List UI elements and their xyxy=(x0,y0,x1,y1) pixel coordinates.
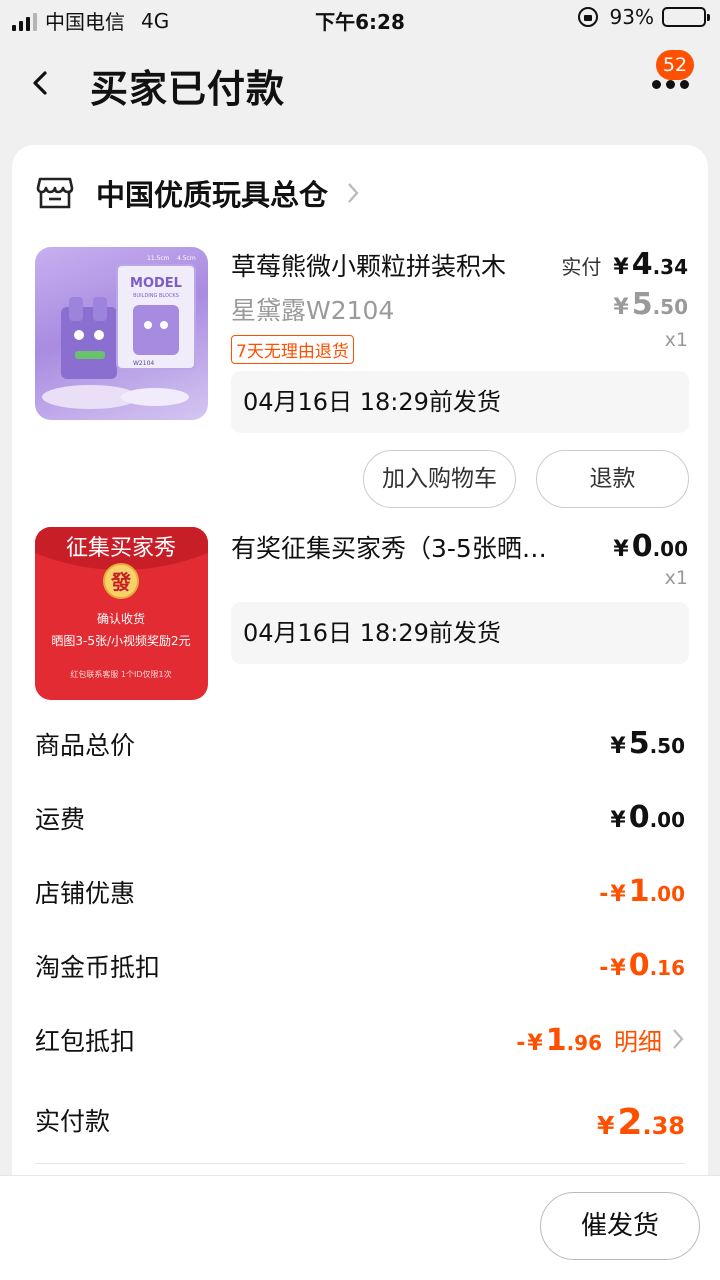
product-image-lego-bear[interactable]: MODEL BUILDING BLOCKS W2104 11.5cm 4.5cm xyxy=(35,247,208,420)
battery-icon xyxy=(662,7,710,27)
value-yen: ¥ xyxy=(610,956,626,981)
summary-value: - ¥ 0 .16 xyxy=(599,948,685,983)
value-int: 5 xyxy=(628,726,650,761)
value-int: 2 xyxy=(617,1102,643,1143)
summary-shipping: 运费 ¥ 0 .00 xyxy=(35,800,685,844)
paid-int: 4 xyxy=(631,247,653,282)
promo-line1: 确认收货 xyxy=(97,611,145,626)
summary-label: 淘金币抵扣 xyxy=(35,953,161,982)
price-dec: .00 xyxy=(652,537,688,561)
add-to-cart-button[interactable]: 加入购物车 xyxy=(363,450,516,508)
value-int: 0 xyxy=(628,800,650,835)
promo-line3: 红包联系客服 1个ID仅限1次 xyxy=(70,669,171,679)
summary-shop-discount: 店铺优惠 - ¥ 1 .00 xyxy=(35,874,685,918)
box-sub-text: BUILDING BLOCKS xyxy=(133,293,179,299)
value-yen: ¥ xyxy=(610,882,626,907)
shop-name[interactable]: 中国优质玩具总仓 xyxy=(96,172,328,214)
value-yen: ¥ xyxy=(597,1111,615,1140)
orig-dec: .50 xyxy=(652,295,688,319)
quantity: x1 xyxy=(664,567,688,589)
order-card: 中国优质玩具总仓 MODEL BUILDING BLOCKS W2104 11.… xyxy=(12,145,708,1280)
refund-button[interactable]: 退款 xyxy=(536,450,689,508)
value-dec: .00 xyxy=(649,808,685,832)
value-minus: - xyxy=(599,956,609,981)
dim-side-text: 4.5cm xyxy=(177,255,196,262)
value-yen: ¥ xyxy=(527,1031,543,1056)
detail-link[interactable]: 明细 xyxy=(614,1022,662,1057)
value-int: 1 xyxy=(628,874,650,909)
summary-label: 运费 xyxy=(35,805,86,834)
chevron-right-icon xyxy=(348,183,359,203)
summary-label: 店铺优惠 xyxy=(35,879,136,908)
orig-yen: ¥ xyxy=(613,295,629,320)
value-int: 1 xyxy=(545,1023,567,1058)
value-dec: .96 xyxy=(566,1031,602,1055)
paid-label: 实付 xyxy=(561,255,602,279)
coin-glyph: 發 xyxy=(110,570,131,594)
summary-value: - ¥ 1 .00 xyxy=(599,874,685,909)
summary-coin-deduct: 淘金币抵扣 - ¥ 0 .16 xyxy=(35,948,685,992)
summary-goods-total: 商品总价 ¥ 5 .50 xyxy=(35,726,685,770)
nav-bar: 买家已付款 xyxy=(0,40,720,130)
product-image-art: MODEL BUILDING BLOCKS W2104 11.5cm 4.5cm xyxy=(42,255,196,409)
status-bar: 中国电信 4G 下午6:28 93% xyxy=(0,0,720,38)
summary-actual-paid: 实付款 ¥ 2 .38 xyxy=(35,1102,685,1154)
summary-redpacket[interactable]: 红包抵扣 - ¥ 1 .96 明细 xyxy=(35,1022,685,1066)
box-brand-text: MODEL xyxy=(130,276,182,291)
box-code-text: W2104 xyxy=(133,360,154,367)
summary-value: ¥ 2 .38 xyxy=(597,1102,685,1143)
product-image-art: 征集买家秀 發 确认收货 晒图3-5张/小视频奖励2元 红包联系客服 1个ID仅… xyxy=(35,527,208,679)
chevron-right-icon[interactable] xyxy=(672,1028,685,1050)
value-int: 0 xyxy=(628,948,650,983)
item-price: ¥ 0 .00 xyxy=(613,529,688,564)
price-int: 0 xyxy=(631,529,653,564)
summary-value: ¥ 5 .50 xyxy=(610,726,685,761)
return-policy-tag: 7天无理由退货 xyxy=(231,335,354,364)
back-icon[interactable] xyxy=(28,70,54,96)
shop-icon xyxy=(36,177,74,209)
summary-value[interactable]: - ¥ 1 .96 明细 xyxy=(516,1022,685,1058)
orig-int: 5 xyxy=(631,287,653,322)
value-dec: .38 xyxy=(642,1112,685,1140)
page-title: 买家已付款 xyxy=(90,67,286,111)
ship-deadline: 04月16日 18:29前发货 xyxy=(231,602,689,664)
ship-deadline: 04月16日 18:29前发货 xyxy=(231,371,689,433)
value-minus: - xyxy=(599,882,609,907)
product-image-buyer-show[interactable]: 征集买家秀 發 确认收货 晒图3-5张/小视频奖励2元 红包联系客服 1个ID仅… xyxy=(35,527,208,700)
message-badge: 52 xyxy=(656,50,694,80)
dim-top-text: 11.5cm xyxy=(147,255,170,262)
original-price: ¥ 5 .50 xyxy=(613,287,688,322)
status-right: 93% xyxy=(577,5,710,29)
more-icon[interactable] xyxy=(652,80,689,89)
quantity: x1 xyxy=(664,329,688,351)
summary-label: 实付款 xyxy=(35,1107,111,1136)
paid-yen: ¥ xyxy=(613,255,629,280)
rotation-lock-icon xyxy=(577,7,598,27)
urge-shipping-button[interactable]: 催发货 xyxy=(540,1192,700,1260)
paid-dec: .34 xyxy=(652,255,688,279)
value-minus: - xyxy=(516,1031,526,1056)
divider xyxy=(35,1163,685,1164)
product-spec: 星黛露W2104 xyxy=(231,296,395,325)
summary-value: ¥ 0 .00 xyxy=(610,800,685,835)
value-dec: .00 xyxy=(649,882,685,906)
promo-heading: 征集买家秀 xyxy=(66,536,176,561)
value-yen: ¥ xyxy=(610,808,626,833)
value-yen: ¥ xyxy=(610,734,626,759)
product-title[interactable]: 草莓熊微小颗粒拼装积木 xyxy=(231,247,541,283)
promo-line2: 晒图3-5张/小视频奖励2元 xyxy=(51,633,190,648)
bottom-bar: 催发货 xyxy=(0,1175,720,1280)
summary-label: 红包抵扣 xyxy=(35,1027,136,1056)
shop-header[interactable]: 中国优质玩具总仓 xyxy=(36,173,360,213)
value-dec: .50 xyxy=(649,734,685,758)
value-dec: .16 xyxy=(649,956,685,980)
summary-label: 商品总价 xyxy=(35,731,136,760)
paid-price: 实付 ¥ 4 .34 xyxy=(561,247,688,282)
product-title[interactable]: 有奖征集买家秀（3-5张晒图） xyxy=(231,529,561,565)
battery-percent: 93% xyxy=(609,5,654,29)
price-yen: ¥ xyxy=(613,537,629,562)
